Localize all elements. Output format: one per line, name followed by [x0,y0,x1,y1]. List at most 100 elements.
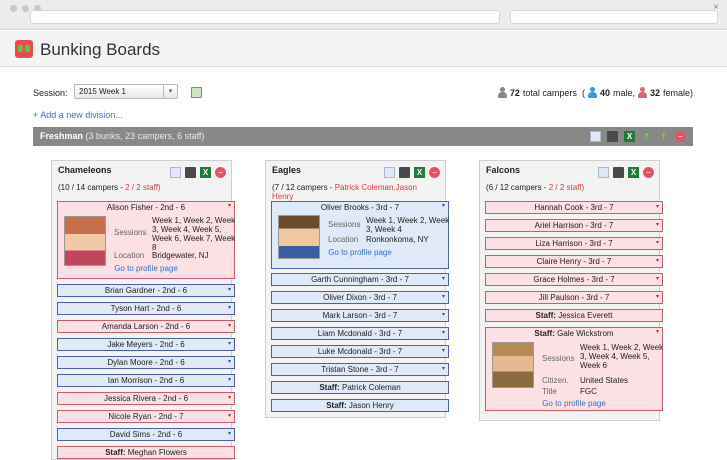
dropdown-icon[interactable]: ▾ [228,202,231,209]
session-select[interactable]: 2015 Week 1 ▾ [74,84,178,99]
camper-row[interactable]: Tyson Hart - 2nd - 6 ▾ [57,302,235,315]
camper-row[interactable]: Garth Cunningham - 3rd - 7 ▾ [271,273,449,286]
dropdown-icon[interactable]: ▾ [442,310,445,321]
camper-row[interactable]: Luke Mcdonald - 3rd - 7 ▾ [271,345,449,358]
citizen-label: Citizen. [542,376,569,385]
dropdown-icon[interactable]: ▾ [228,285,231,296]
dropdown-icon[interactable]: ▾ [442,346,445,357]
camper-profile-card[interactable]: Alison Fisher - 2nd - 6 ▾ Sessions Week … [57,201,235,279]
staff-card-header: Staff: Gale Wickstrom [486,328,662,340]
camper-row[interactable]: David Sims - 2nd - 6 ▾ [57,428,235,441]
delete-bunk-icon[interactable]: − [215,167,226,178]
camper-row[interactable]: Jake Meyers - 2nd - 6 ▾ [57,338,235,351]
bunk-header: Chameleons (10 / 14 campers - 2 / 2 staf… [52,161,231,197]
dropdown-icon[interactable]: ▾ [228,357,231,368]
staff-row[interactable]: Staff: Patrick Coleman [271,381,449,394]
dropdown-icon[interactable]: ▾ [656,292,659,303]
camper-row[interactable]: Grace Holmes - 3rd - 7 ▾ [485,273,663,286]
dropdown-icon[interactable]: ▾ [442,364,445,375]
division-header: Freshman (3 bunks, 23 campers, 6 staff) … [33,127,693,146]
delete-division-icon[interactable]: − [675,131,686,142]
browser-search-bar[interactable] [510,10,718,24]
camper-row[interactable]: Liam Mcdonald - 3rd - 7 ▾ [271,327,449,340]
dropdown-icon[interactable]: ▾ [228,393,231,404]
add-division-link[interactable]: + Add a new division... [33,110,123,120]
profile-link[interactable]: Go to profile page [272,248,448,257]
excel-icon[interactable]: X [624,131,635,142]
camper-row[interactable]: Dylan Moore - 2nd - 6 ▾ [57,356,235,369]
staff-row[interactable]: Staff: Meghan Flowers [57,446,235,459]
excel-icon[interactable]: X [200,167,211,178]
dropdown-icon[interactable]: ▾ [228,339,231,350]
print-icon[interactable] [607,131,618,142]
dropdown-icon[interactable]: ▾ [656,202,659,213]
staff-profile-card[interactable]: Staff: Gale Wickstrom ▾ Sessions Week 1,… [485,327,663,411]
dropdown-icon[interactable]: ▾ [656,328,659,335]
camper-row[interactable]: Brian Gardner - 2nd - 6 ▾ [57,284,235,297]
camper-name: Claire Henry - 3rd - 7 [536,257,612,266]
female-icon [637,87,647,98]
staff-label: Staff: [326,401,347,410]
excel-icon[interactable]: X [628,167,639,178]
dropdown-icon[interactable]: ▾ [442,202,445,209]
camper-name: Alison Fisher - 2nd - 6 [106,203,186,212]
move-up-icon[interactable]: ⇡ [641,131,652,142]
camper-row[interactable]: Jessica Rivera - 2nd - 6 ▾ [57,392,235,405]
dropdown-icon[interactable]: ▾ [656,256,659,267]
dropdown-icon[interactable]: ▾ [228,429,231,440]
delete-bunk-icon[interactable]: − [643,167,654,178]
open-paren: ( [581,87,585,98]
delete-bunk-icon[interactable]: − [429,167,440,178]
dropdown-icon[interactable]: ▾ [656,220,659,231]
dropdown-icon[interactable]: ▾ [656,238,659,249]
dropdown-icon[interactable]: ▾ [228,411,231,422]
location-value: Bridgewater, NJ [152,251,209,260]
window-minimize-dot[interactable] [22,5,29,12]
session-action-icon[interactable] [191,87,202,98]
division-name: Freshman [40,131,84,141]
camper-profile-card[interactable]: Oliver Brooks - 3rd - 7 ▾ Sessions Week … [271,201,449,269]
session-value: 2015 Week 1 [79,87,126,96]
camper-name: Jessica Rivera - 2nd - 6 [103,394,189,403]
dropdown-icon[interactable]: ▾ [442,292,445,303]
print-icon[interactable] [399,167,410,178]
print-icon[interactable] [185,167,196,178]
camper-row[interactable]: Amanda Larson - 2nd - 6 ▾ [57,320,235,333]
excel-icon[interactable]: X [414,167,425,178]
camper-name: Ariel Harrison - 3rd - 7 [534,221,614,230]
camper-row[interactable]: Oliver Dixon - 3rd - 7 ▾ [271,291,449,304]
dropdown-icon[interactable]: ▾ [442,328,445,339]
sessions-value: Week 1, Week 2, Week 3, Week 4 [366,216,450,234]
camper-row[interactable]: Mark Larson - 3rd - 7 ▾ [271,309,449,322]
male-count: 40 [599,87,610,98]
camper-row[interactable]: Jill Paulson - 3rd - 7 ▾ [485,291,663,304]
print-icon[interactable] [613,167,624,178]
camper-row[interactable]: Liza Harrison - 3rd - 7 ▾ [485,237,663,250]
camper-row[interactable]: Ian Morrison - 2nd - 6 ▾ [57,374,235,387]
profile-link[interactable]: Go to profile page [58,264,234,273]
move-up-all-icon[interactable]: ⇡ [658,131,669,142]
camper-name: Liam Mcdonald - 3rd - 7 [317,329,403,338]
camper-row[interactable]: Ariel Harrison - 3rd - 7 ▾ [485,219,663,232]
dropdown-icon[interactable]: ▾ [656,274,659,285]
camper-name: Dylan Moore - 2nd - 6 [107,358,185,367]
bunk-campers-count: (10 / 14 campers - [58,183,123,192]
dropdown-icon[interactable]: ▾ [228,303,231,314]
division-summary: (3 bunks, 23 campers, 6 staff) [85,131,205,141]
dropdown-icon[interactable]: ▾ [228,375,231,386]
profile-link[interactable]: Go to profile page [486,399,662,408]
camper-row[interactable]: Tristan Stone - 3rd - 7 ▾ [271,363,449,376]
camper-row[interactable]: Nicole Ryan - 2nd - 7 ▾ [57,410,235,423]
camper-row[interactable]: Claire Henry - 3rd - 7 ▾ [485,255,663,268]
staff-row[interactable]: Staff: Jason Henry [271,399,449,412]
window-close-dot[interactable] [10,5,17,12]
contact-card-icon[interactable] [170,167,181,178]
staff-row[interactable]: Staff: Jessica Everett [485,309,663,322]
camper-row[interactable]: Hannah Cook - 3rd - 7 ▾ [485,201,663,214]
contact-card-icon[interactable] [598,167,609,178]
dropdown-icon[interactable]: ▾ [228,321,231,332]
dropdown-icon[interactable]: ▾ [442,274,445,285]
contact-card-icon[interactable] [384,167,395,178]
contact-card-icon[interactable] [590,131,601,142]
address-bar[interactable] [30,10,500,24]
